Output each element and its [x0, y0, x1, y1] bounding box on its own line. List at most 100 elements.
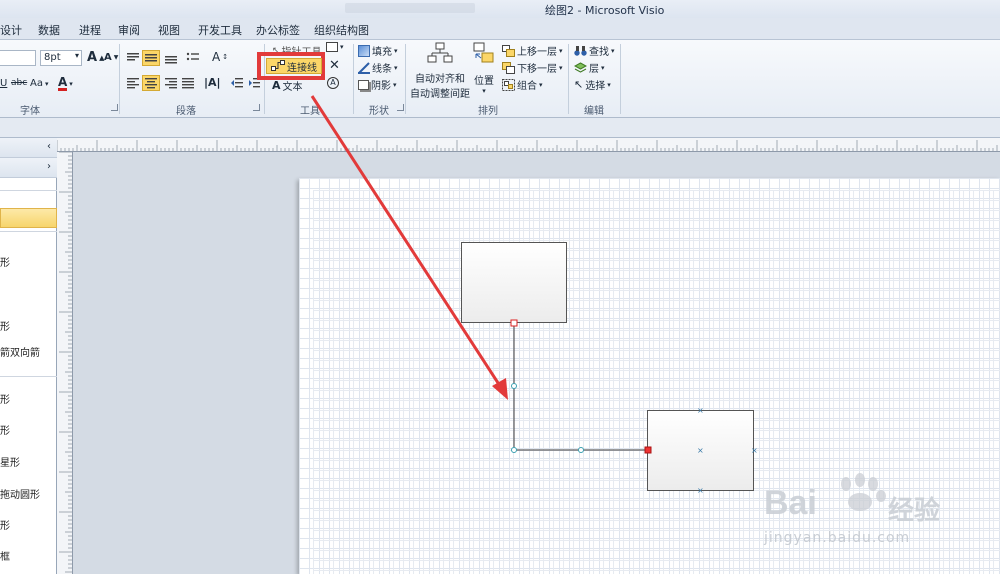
line-spacing-button[interactable]: |A| [204, 76, 221, 89]
separator [119, 44, 120, 114]
close-icon[interactable]: ✕ [329, 58, 340, 73]
shape-item[interactable]: 形 [0, 422, 10, 437]
connector-button[interactable]: 连接线 [266, 58, 322, 74]
position-button[interactable]: 位置 ▾ [472, 42, 496, 95]
separator [353, 44, 354, 114]
title-bar: 绘图2 - Microsoft Visio [0, 0, 1000, 18]
line-icon [358, 61, 370, 74]
bullets-icon [186, 52, 199, 61]
bring-forward-icon [502, 44, 515, 57]
font-size-combo[interactable]: 8pt ▾ [40, 50, 82, 66]
shape-item[interactable]: 形 [0, 254, 10, 269]
align-bottom-button[interactable] [164, 52, 178, 64]
tab-office-tab[interactable]: 办公标签 [256, 22, 300, 38]
group-label-editing: 编辑 [584, 106, 604, 117]
connector-midpoint-handle[interactable] [511, 383, 517, 389]
text-icon: A [272, 79, 281, 92]
find-button[interactable]: 查找 ▾ [574, 43, 615, 58]
tab-design[interactable]: 设计 [0, 22, 22, 38]
bullets-button[interactable] [186, 51, 200, 63]
align-right-icon [165, 78, 177, 89]
align-left-button[interactable] [126, 77, 140, 89]
connection-point-x: × [697, 486, 704, 495]
shape-item[interactable]: 形 [0, 391, 10, 406]
rectangle-tool-button[interactable]: ▾ [326, 42, 344, 52]
chevron-down-icon: ▾ [611, 46, 615, 55]
tab-org-chart[interactable]: 组织结构图 [314, 22, 369, 38]
connector-vertex-handle[interactable] [511, 447, 517, 453]
group-label-shape: 形状 [369, 106, 389, 117]
strikethrough-button[interactable]: abc [11, 78, 27, 88]
decrease-indent-button[interactable] [230, 77, 244, 89]
align-center-button[interactable] [142, 75, 160, 91]
group-label-tools: 工具 [300, 106, 320, 117]
shape-item[interactable]: 框 [0, 548, 10, 563]
shape-item[interactable]: 形 [0, 517, 10, 532]
binoculars-icon [574, 45, 587, 56]
connection-point-button[interactable]: A [327, 77, 339, 89]
stencil-selected[interactable] [0, 208, 57, 228]
underline-button[interactable]: U [0, 78, 7, 89]
justify-button[interactable] [181, 77, 195, 89]
select-button[interactable]: ↖ 选择 ▾ [574, 77, 611, 92]
align-right-button[interactable] [164, 77, 178, 89]
fill-button[interactable]: 填充 ▾ [358, 43, 398, 58]
shape-item[interactable]: 星形 [0, 454, 20, 469]
change-case-button[interactable]: Aa ▾ [30, 78, 48, 89]
vertical-ruler-ticks [59, 152, 72, 573]
chevron-down-icon: ▾ [74, 51, 79, 60]
more-shapes-row[interactable]: › [0, 158, 57, 178]
font-name-combo[interactable] [0, 50, 36, 66]
tab-data[interactable]: 数据 [38, 22, 60, 38]
connector-end-handle[interactable] [644, 446, 652, 454]
grow-font-button[interactable]: A ▲ [87, 50, 104, 65]
font-color-button[interactable]: A ▾ [58, 76, 73, 91]
decrease-indent-icon [231, 78, 243, 88]
align-top-button[interactable] [126, 52, 140, 64]
layer-button[interactable]: 层 ▾ [574, 60, 605, 75]
bring-forward-button[interactable]: 上移一层 ▾ [502, 43, 563, 58]
send-backward-button[interactable]: 下移一层 ▾ [502, 60, 563, 75]
baidu-watermark: Bai 经验 jingyan.baidu.com [760, 468, 970, 548]
tab-process[interactable]: 进程 [79, 22, 101, 38]
group-button[interactable]: 组合 ▾ [502, 77, 543, 92]
fill-icon [358, 44, 370, 57]
chevron-down-icon: ▾ [394, 63, 398, 72]
shape-item[interactable]: 形 [0, 318, 10, 333]
connection-point-x: × [697, 406, 704, 415]
vertical-ruler [57, 152, 73, 574]
shape-item[interactable]: 箭双向箭 [0, 344, 40, 359]
paragraph-dialog-launcher[interactable] [253, 104, 260, 111]
tab-view[interactable]: 视图 [158, 22, 180, 38]
text-tool-button[interactable]: A 文本 [272, 78, 303, 93]
auto-align-button[interactable]: 自动对齐和 自动调整间距 [410, 42, 470, 100]
shadow-button[interactable]: 阴影 ▾ [358, 77, 397, 92]
connection-point-icon: A [327, 77, 339, 89]
group-label-font: 字体 [20, 106, 40, 117]
line-button[interactable]: 线条 ▾ [358, 60, 398, 75]
shrink-font-button[interactable]: A ▼ [104, 52, 118, 63]
align-middle-button[interactable] [142, 50, 160, 66]
chevron-down-icon: ▾ [601, 63, 605, 72]
font-dialog-launcher[interactable] [111, 104, 118, 111]
elbow-connector[interactable] [513, 323, 648, 451]
connector-midpoint-handle[interactable] [578, 447, 584, 453]
tab-developer[interactable]: 开发工具 [198, 22, 242, 38]
shape-dialog-launcher[interactable] [397, 104, 404, 111]
shape-item[interactable]: 拖动圆形 [0, 486, 40, 501]
send-backward-icon [502, 61, 515, 74]
group-label-arrange: 排列 [478, 106, 498, 117]
connector-begin-handle[interactable] [510, 319, 518, 327]
cursor-icon: ↖ [574, 78, 584, 91]
chevron-down-icon: ▾ [482, 87, 486, 95]
text-direction-button[interactable]: A ↕ [212, 50, 228, 64]
position-icon [473, 42, 494, 63]
tab-review[interactable]: 审阅 [118, 22, 140, 38]
horizontal-ruler [57, 138, 1000, 152]
connection-point-x: × [751, 446, 758, 455]
collapse-icon[interactable]: ‹ [47, 141, 51, 152]
group-label-paragraph: 段落 [176, 106, 196, 117]
align-center-icon [145, 78, 157, 89]
watermark-url: jingyan.baidu.com [764, 530, 911, 546]
align-left-icon [127, 78, 139, 89]
